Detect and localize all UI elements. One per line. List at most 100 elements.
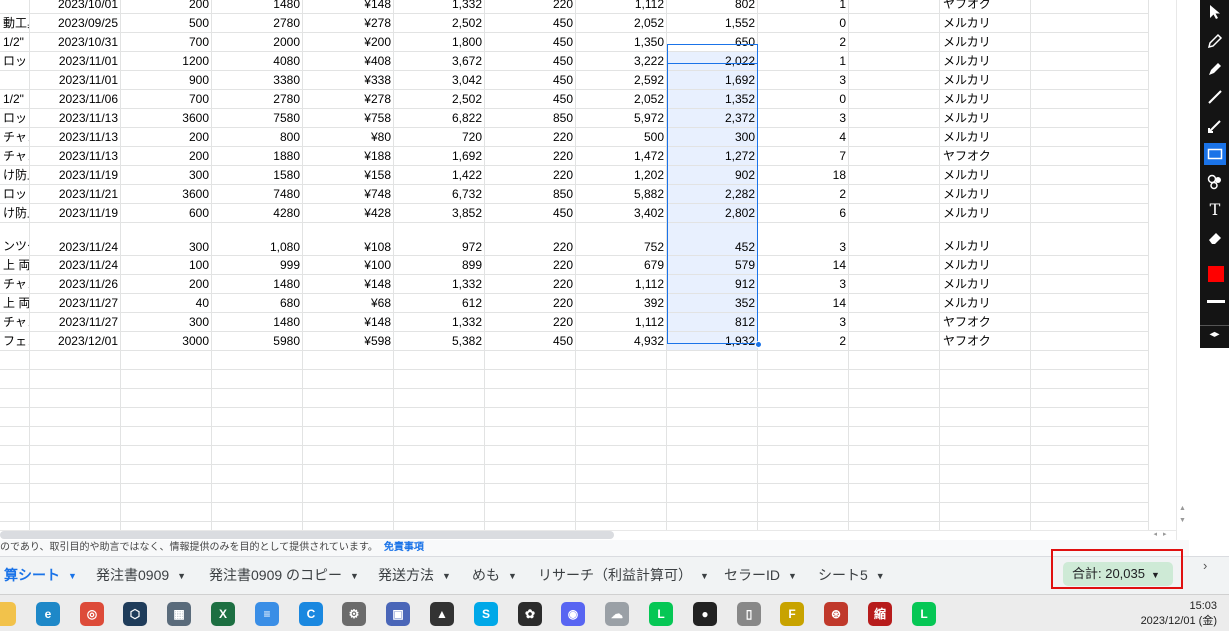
cell-empty[interactable]: [940, 427, 1031, 446]
cell-platform[interactable]: メルカリ: [940, 90, 1031, 109]
cell-blank[interactable]: [849, 109, 940, 128]
cell-stock[interactable]: 18: [758, 166, 849, 185]
cell-empty[interactable]: [212, 522, 303, 530]
cell-net[interactable]: 1,202: [576, 166, 667, 185]
cell-empty[interactable]: [121, 351, 212, 370]
caret-down-icon[interactable]: ▼: [442, 571, 451, 581]
cell-date[interactable]: 2023/11/27: [30, 313, 121, 332]
cell-name[interactable]: チャン: [0, 275, 30, 294]
cell-empty[interactable]: [212, 484, 303, 503]
cell-empty[interactable]: [1031, 52, 1149, 71]
cell-fee[interactable]: 450: [485, 204, 576, 223]
cell-net[interactable]: 3,402: [576, 204, 667, 223]
caret-down-icon[interactable]: ▼: [700, 571, 709, 581]
cell-net[interactable]: 1,112: [576, 313, 667, 332]
cell-profit[interactable]: 2,282: [667, 185, 758, 204]
cell-blank[interactable]: [849, 52, 940, 71]
cell-qty[interactable]: 3600: [121, 109, 212, 128]
cell-empty[interactable]: [394, 465, 485, 484]
cell-empty[interactable]: [0, 484, 30, 503]
cell-empty[interactable]: [849, 370, 940, 389]
cell-profit[interactable]: 1,932: [667, 332, 758, 351]
cell-profit[interactable]: 2,372: [667, 109, 758, 128]
cell-empty[interactable]: [758, 503, 849, 522]
cell-platform[interactable]: メルカリ: [940, 294, 1031, 313]
cell-net[interactable]: 392: [576, 294, 667, 313]
cell-empty[interactable]: [485, 351, 576, 370]
cell-platform[interactable]: メルカリ: [940, 71, 1031, 90]
kanji-app-icon[interactable]: ⊛: [824, 602, 848, 626]
cell-empty[interactable]: [667, 427, 758, 446]
onigiri-icon[interactable]: ▲: [430, 602, 454, 626]
cell-date[interactable]: 2023/11/26: [30, 275, 121, 294]
sheet-tab[interactable]: 発注書0909 のコピー ▼: [209, 562, 359, 588]
discord-icon[interactable]: ◉: [561, 602, 585, 626]
cell-empty[interactable]: [30, 389, 121, 408]
cell-net[interactable]: 2,052: [576, 14, 667, 33]
cell-sell[interactable]: 3,672: [394, 52, 485, 71]
cell-unit[interactable]: ¥748: [303, 185, 394, 204]
cell-stock[interactable]: 7: [758, 147, 849, 166]
cell-net[interactable]: 500: [576, 128, 667, 147]
cell-sell[interactable]: 899: [394, 256, 485, 275]
cell-platform[interactable]: メルカリ: [940, 166, 1031, 185]
cell-name[interactable]: [0, 71, 30, 90]
cell-unit[interactable]: ¥598: [303, 332, 394, 351]
cell-stock[interactable]: 0: [758, 90, 849, 109]
cell-empty[interactable]: [485, 446, 576, 465]
cell-empty[interactable]: [0, 408, 30, 427]
marker-icon[interactable]: [1204, 58, 1226, 80]
cell-empty[interactable]: [30, 351, 121, 370]
cell-sell[interactable]: 1,332: [394, 275, 485, 294]
cell-sell[interactable]: 2,502: [394, 90, 485, 109]
cell-net[interactable]: 5,882: [576, 185, 667, 204]
cell-empty[interactable]: [1031, 332, 1149, 351]
cell-empty[interactable]: [667, 446, 758, 465]
cell-sell[interactable]: 1,422: [394, 166, 485, 185]
cell-empty[interactable]: [940, 465, 1031, 484]
cell-qty[interactable]: 300: [121, 223, 212, 256]
cell-empty[interactable]: [1031, 408, 1149, 427]
cell-empty[interactable]: [1031, 14, 1149, 33]
cell-name[interactable]: ロット: [0, 52, 30, 71]
cell-sell[interactable]: 5,382: [394, 332, 485, 351]
cell-unit[interactable]: ¥200: [303, 33, 394, 52]
cell-empty[interactable]: [1031, 90, 1149, 109]
cell-name[interactable]: 上 両面: [0, 256, 30, 275]
cell-empty[interactable]: [303, 351, 394, 370]
cell-date[interactable]: 2023/11/06: [30, 90, 121, 109]
cell-profit[interactable]: 2,802: [667, 204, 758, 223]
sheet-tab[interactable]: 発注書0909 ▼: [96, 562, 186, 588]
cell-qty[interactable]: 200: [121, 275, 212, 294]
cell-profit[interactable]: 1,552: [667, 14, 758, 33]
cell-empty[interactable]: [576, 370, 667, 389]
caret-down-icon[interactable]: ▼: [177, 571, 186, 581]
cell-empty[interactable]: [303, 522, 394, 530]
cell-empty[interactable]: [1031, 370, 1149, 389]
cell-fee[interactable]: 450: [485, 52, 576, 71]
cell-date[interactable]: 2023/10/01: [30, 0, 121, 14]
cell-empty[interactable]: [1031, 0, 1149, 14]
cell-date[interactable]: 2023/11/13: [30, 128, 121, 147]
cell-unit[interactable]: ¥758: [303, 109, 394, 128]
cell-empty[interactable]: [485, 465, 576, 484]
eraser-icon[interactable]: [1204, 227, 1226, 249]
cell-empty[interactable]: [303, 446, 394, 465]
cell-qty[interactable]: 500: [121, 14, 212, 33]
cell-fee[interactable]: 220: [485, 256, 576, 275]
cell-profit[interactable]: 902: [667, 166, 758, 185]
cell-empty[interactable]: [30, 522, 121, 530]
cursor-icon[interactable]: [1204, 1, 1226, 23]
expand-icon[interactable]: ◂▸: [1200, 325, 1229, 343]
cell-empty[interactable]: [30, 484, 121, 503]
cell-empty[interactable]: [30, 408, 121, 427]
cell-empty[interactable]: [576, 427, 667, 446]
cell-empty[interactable]: [1031, 275, 1149, 294]
cell-empty[interactable]: [667, 484, 758, 503]
cell-price[interactable]: 2780: [212, 90, 303, 109]
disclaimer-link[interactable]: 免責事項: [384, 542, 424, 553]
cell-empty[interactable]: [667, 465, 758, 484]
cell-sell[interactable]: 1,332: [394, 313, 485, 332]
cell-stock[interactable]: 2: [758, 33, 849, 52]
cell-qty[interactable]: 40: [121, 294, 212, 313]
